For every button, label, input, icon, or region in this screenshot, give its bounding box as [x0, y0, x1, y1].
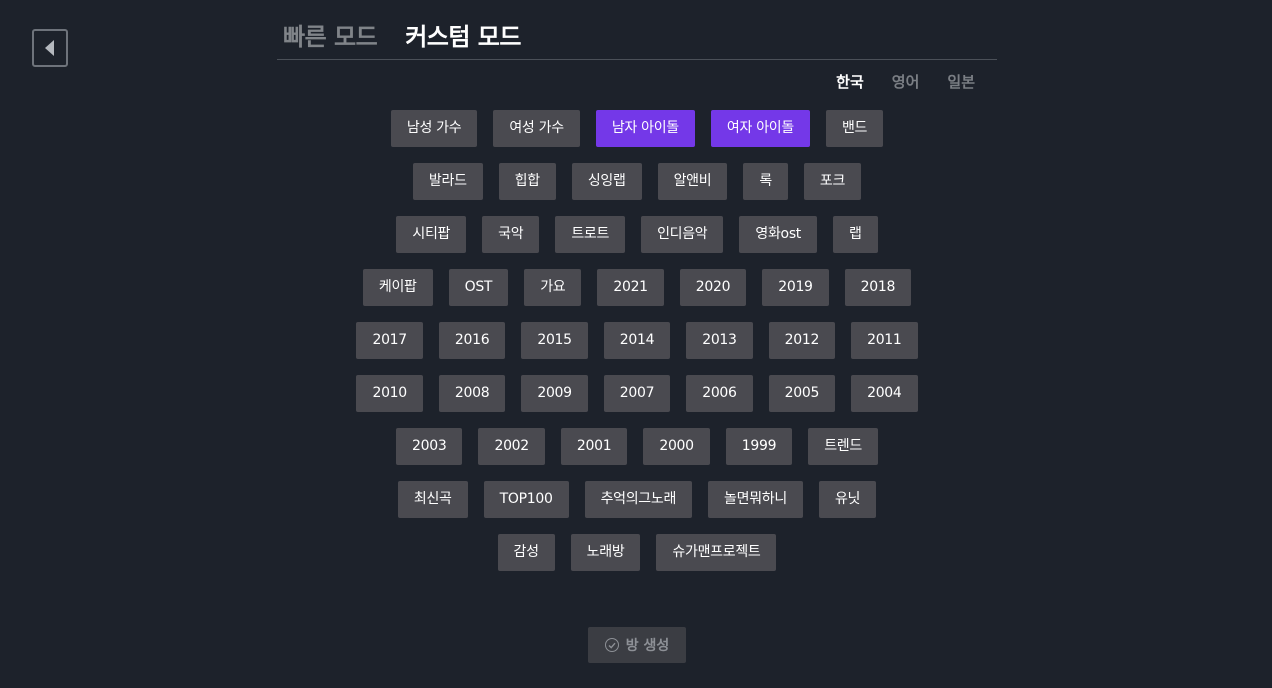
- category-chip[interactable]: 2011: [851, 322, 918, 359]
- category-chip[interactable]: 케이팝: [362, 269, 433, 306]
- tab-language-english[interactable]: 영어: [892, 71, 920, 92]
- category-chip[interactable]: 2018: [844, 269, 912, 306]
- chip-row: 시티팝 국악 트로트 인디음악 영화ost 랩: [277, 216, 997, 253]
- back-arrow-icon: [44, 40, 54, 56]
- custom-mode-page: 빠른 모드 커스텀 모드 한국 영어 일본 남성 가수 여성 가수 남자 아이돌 여자…: [0, 0, 1272, 688]
- category-chip[interactable]: 싱잉랩: [571, 163, 642, 200]
- category-chip[interactable]: 2004: [851, 375, 918, 412]
- category-chip[interactable]: 인디음악: [641, 216, 724, 253]
- category-chip[interactable]: TOP100: [483, 481, 569, 518]
- category-chip[interactable]: 남성 가수: [390, 110, 478, 147]
- category-chip[interactable]: 2012: [768, 322, 836, 359]
- category-chip[interactable]: 랩: [833, 216, 878, 253]
- mode-tabs: 빠른 모드 커스텀 모드: [283, 17, 521, 52]
- category-chip[interactable]: 여성 가수: [493, 110, 580, 147]
- category-chip-grid: 남성 가수 여성 가수 남자 아이돌 여자 아이돌 밴드발라드 힙합 싱잉랩 알앤비 록 포크시티…: [277, 110, 997, 587]
- category-chip[interactable]: 2013: [686, 322, 753, 359]
- category-chip[interactable]: 추억의그노래: [584, 481, 693, 518]
- category-chip[interactable]: 2010: [356, 375, 423, 412]
- category-chip[interactable]: 2016: [438, 322, 506, 359]
- chip-row: 2010 2008 2009 2007 2006 2005 2004: [277, 375, 997, 412]
- category-chip[interactable]: 가요: [524, 269, 582, 306]
- create-room-button[interactable]: 방 생성: [588, 627, 686, 663]
- category-chip[interactable]: 2000: [643, 428, 710, 465]
- chip-row: 감성 노래방 슈가맨프로젝트: [277, 534, 997, 571]
- category-chip[interactable]: 2005: [768, 375, 836, 412]
- check-circle-icon: [604, 638, 619, 652]
- category-chip[interactable]: 여자 아이돌: [710, 110, 810, 147]
- category-chip[interactable]: 발라드: [412, 163, 483, 200]
- category-chip[interactable]: 2008: [438, 375, 506, 412]
- category-chip[interactable]: 슈가맨프로젝트: [656, 534, 777, 571]
- category-chip[interactable]: 트로트: [555, 216, 626, 253]
- category-chip[interactable]: 유닛: [818, 481, 877, 518]
- category-chip[interactable]: 힙합: [498, 163, 556, 200]
- chip-row: 최신곡 TOP100 추억의그노래 놀면뭐하니 유닛: [277, 481, 997, 518]
- category-chip[interactable]: 록: [743, 163, 788, 200]
- category-chip[interactable]: 밴드: [825, 110, 884, 147]
- category-chip[interactable]: 1999: [725, 428, 793, 465]
- language-tabs: 한국 영어 일본: [836, 71, 975, 92]
- chip-row: 케이팝 OST 가요 2021 2020 2019 2018: [277, 269, 997, 306]
- tab-language-japanese[interactable]: 일본: [947, 71, 975, 92]
- category-chip[interactable]: 알앤비: [657, 163, 728, 200]
- category-chip[interactable]: 2001: [560, 428, 628, 465]
- category-chip[interactable]: 포크: [803, 163, 862, 200]
- check-mark-icon: [608, 642, 616, 649]
- category-chip[interactable]: OST: [448, 269, 509, 306]
- tab-custom-mode[interactable]: 커스텀 모드: [405, 17, 521, 52]
- create-room-label: 방 생성: [625, 638, 670, 654]
- category-chip[interactable]: 2014: [603, 322, 671, 359]
- category-chip[interactable]: 2020: [679, 269, 747, 306]
- category-chip[interactable]: 트렌드: [808, 428, 878, 465]
- back-button[interactable]: [32, 29, 68, 67]
- divider: [277, 59, 997, 60]
- category-chip[interactable]: 2017: [356, 322, 423, 359]
- category-chip[interactable]: 노래방: [570, 534, 641, 571]
- category-chip[interactable]: 최신곡: [397, 481, 468, 518]
- tab-language-korean[interactable]: 한국: [836, 71, 864, 92]
- chip-row: 남성 가수 여성 가수 남자 아이돌 여자 아이돌 밴드: [277, 110, 997, 147]
- category-chip[interactable]: 2007: [603, 375, 671, 412]
- chip-row: 2003 2002 2001 2000 1999 트렌드: [277, 428, 997, 465]
- category-chip[interactable]: 감성: [497, 534, 555, 571]
- tab-quick-mode[interactable]: 빠른 모드: [283, 17, 378, 52]
- category-chip[interactable]: 2003: [396, 428, 463, 465]
- category-chip[interactable]: 2015: [521, 322, 588, 359]
- category-chip[interactable]: 2002: [478, 428, 545, 465]
- category-chip[interactable]: 2009: [521, 375, 588, 412]
- category-chip[interactable]: 영화ost: [739, 216, 817, 253]
- category-chip[interactable]: 2021: [597, 269, 664, 306]
- category-chip[interactable]: 시티팝: [396, 216, 467, 253]
- category-chip[interactable]: 국악: [482, 216, 540, 253]
- chip-row: 발라드 힙합 싱잉랩 알앤비 록 포크: [277, 163, 997, 200]
- category-chip[interactable]: 2006: [686, 375, 753, 412]
- category-chip[interactable]: 2019: [762, 269, 829, 306]
- category-chip[interactable]: 남자 아이돌: [595, 110, 695, 147]
- chip-row: 2017 2016 2015 2014 2013 2012 2011: [277, 322, 997, 359]
- category-chip[interactable]: 놀면뭐하니: [708, 481, 803, 518]
